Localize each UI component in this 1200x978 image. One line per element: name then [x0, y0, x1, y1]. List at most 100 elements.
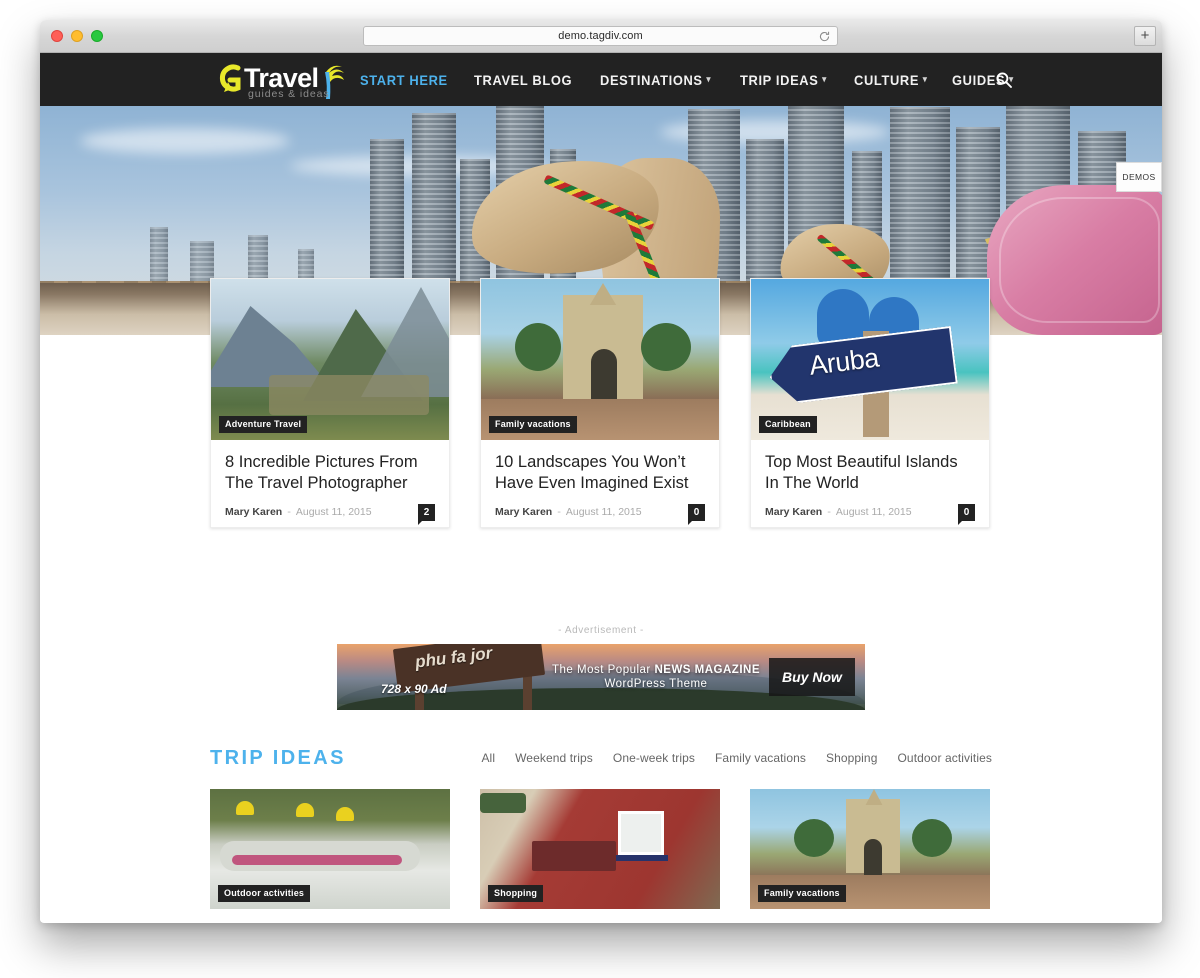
featured-card[interactable]: Family vacations 10 Landscapes You Won’t…	[480, 278, 720, 528]
category-filter-tabs: All Weekend trips One-week trips Family …	[481, 751, 992, 765]
section-header: TRIP IDEAS All Weekend trips One-week tr…	[210, 743, 992, 773]
category-badge[interactable]: Shopping	[488, 885, 544, 902]
featured-card-image[interactable]: Family vacations	[481, 279, 719, 440]
post-card-title[interactable]: Romantic Getaway: Long Weekend in Montre…	[480, 920, 720, 922]
featured-card-body: 10 Landscapes You Won’t Have Even Imagin…	[481, 440, 719, 530]
advertisement-banner[interactable]: phu fa jor 728 x 90 Ad The Most Popular …	[337, 644, 865, 710]
palm-tree	[641, 323, 691, 371]
author-name[interactable]: Mary Karen	[495, 506, 552, 518]
category-badge[interactable]: Family vacations	[489, 416, 577, 433]
post-card[interactable]: Shopping Romantic Getaway: Long Weekend …	[480, 789, 720, 922]
comment-count-badge[interactable]: 0	[958, 504, 975, 526]
site-header: Travel guides & ideas START HERE TRAVEL …	[40, 53, 1162, 106]
helmet	[336, 807, 354, 821]
post-card[interactable]: Outdoor activities The river wild: White…	[210, 789, 450, 922]
nav-item-trip-ideas[interactable]: TRIP IDEAS ▾	[740, 72, 827, 88]
window	[618, 811, 664, 855]
palm-tree	[912, 819, 952, 857]
featured-card-meta: Mary Karen - August 11, 2015 0	[495, 504, 705, 526]
featured-card-body: Top Most Beautiful Islands In The World …	[751, 440, 989, 530]
trip-ideas-posts-row: Outdoor activities The river wild: White…	[210, 789, 992, 922]
ad-size-text: 728 x 90 Ad	[381, 682, 447, 696]
featured-posts-row: Adventure Travel 8 Incredible Pictures F…	[40, 278, 1162, 528]
site-logo[interactable]: Travel guides & ideas	[208, 58, 353, 102]
post-date: August 11, 2015	[295, 506, 372, 519]
browser-window: demo.tagdiv.com + Travel guides & ideas …	[40, 20, 1162, 923]
meta-separator: -	[557, 506, 561, 519]
window-sill	[616, 855, 668, 861]
filter-weekend-trips[interactable]: Weekend trips	[515, 751, 593, 765]
filter-family-vacations[interactable]: Family vacations	[715, 751, 806, 765]
address-bar[interactable]: demo.tagdiv.com	[363, 26, 838, 46]
page-viewport: Travel guides & ideas START HERE TRAVEL …	[40, 53, 1162, 922]
skyscraper	[412, 113, 456, 299]
zoom-window-button[interactable]	[91, 30, 103, 42]
nav-label: CULTURE	[853, 71, 919, 88]
post-date: August 11, 2015	[835, 506, 912, 519]
author-name[interactable]: Mary Karen	[225, 506, 282, 518]
section-title: TRIP IDEAS	[210, 746, 346, 769]
chevron-down-icon: ▾	[706, 74, 712, 84]
raft-stripe	[232, 855, 402, 865]
category-badge[interactable]: Family vacations	[758, 885, 846, 902]
new-tab-button[interactable]: +	[1134, 26, 1156, 46]
category-badge[interactable]: Caribbean	[759, 416, 817, 433]
nav-item-travel-blog[interactable]: TRAVEL BLOG	[474, 72, 572, 88]
monument-arch	[864, 839, 882, 875]
advertisement-label: - Advertisement -	[558, 625, 644, 636]
helmet	[296, 803, 314, 817]
featured-card-title[interactable]: Top Most Beautiful Islands In The World	[765, 452, 975, 494]
balcony-plants	[480, 793, 526, 813]
category-badge[interactable]: Outdoor activities	[218, 885, 311, 902]
search-icon[interactable]	[994, 70, 1014, 90]
post-card-image[interactable]: Outdoor activities	[210, 789, 450, 909]
nav-label: START HERE	[360, 71, 448, 88]
logo-tagline: guides & ideas	[248, 88, 330, 100]
featured-card-image[interactable]: Aruba Caribbean	[751, 279, 989, 440]
url-text: demo.tagdiv.com	[558, 30, 643, 42]
comment-count-badge[interactable]: 0	[688, 504, 705, 526]
nav-label: DESTINATIONS	[600, 71, 703, 88]
author-name[interactable]: Mary Karen	[765, 506, 822, 518]
featured-card-title[interactable]: 10 Landscapes You Won’t Have Even Imagin…	[495, 452, 705, 494]
post-card-title[interactable]: 10 Landscapes You Won’t Have Even Imagin…	[750, 920, 990, 922]
filter-one-week-trips[interactable]: One-week trips	[613, 751, 695, 765]
filter-shopping[interactable]: Shopping	[826, 751, 878, 765]
balcony-railing	[532, 841, 616, 871]
ad-headline: The Most Popular NEWS MAGAZINE WordPress…	[542, 664, 770, 690]
nav-item-culture[interactable]: CULTURE ▾	[854, 72, 928, 88]
minimize-window-button[interactable]	[71, 30, 83, 42]
featured-card[interactable]: Adventure Travel 8 Incredible Pictures F…	[210, 278, 450, 528]
sign-post	[523, 674, 532, 710]
featured-card-image[interactable]: Adventure Travel	[211, 279, 449, 440]
post-date: August 11, 2015	[565, 506, 642, 519]
featured-card[interactable]: Aruba Caribbean Top Most Beautiful Islan…	[750, 278, 990, 528]
post-card[interactable]: Family vacations 10 Landscapes You Won’t…	[750, 789, 990, 922]
comment-count-badge[interactable]: 2	[418, 504, 435, 526]
skyscraper	[746, 139, 784, 299]
filter-outdoor-activities[interactable]: Outdoor activities	[897, 751, 992, 765]
featured-card-meta: Mary Karen - August 11, 2015 0	[765, 504, 975, 526]
palm-tree	[794, 819, 834, 857]
buy-now-button[interactable]: Buy Now	[769, 658, 855, 696]
meta-separator: -	[827, 506, 831, 519]
close-window-button[interactable]	[51, 30, 63, 42]
new-tab-label: +	[1140, 26, 1150, 44]
featured-card-title[interactable]: 8 Incredible Pictures From The Travel Ph…	[225, 452, 435, 494]
nav-item-start-here[interactable]: START HERE	[360, 72, 448, 88]
demos-tab-button[interactable]: DEMOS	[1116, 162, 1162, 192]
meta-separator: -	[287, 506, 291, 519]
nav-item-destinations[interactable]: DESTINATIONS ▾	[600, 72, 711, 88]
chevron-down-icon: ▾	[922, 74, 928, 84]
post-card-image[interactable]: Family vacations	[750, 789, 990, 909]
window-traffic-lights	[51, 30, 103, 42]
chevron-down-icon: ▾	[822, 74, 827, 84]
post-card-image[interactable]: Shopping	[480, 789, 720, 909]
post-card-title[interactable]: The river wild: Whitewater rafting river…	[210, 920, 450, 922]
reload-icon[interactable]	[818, 30, 831, 43]
helmet	[236, 801, 254, 815]
filter-all[interactable]: All	[481, 751, 495, 765]
category-badge[interactable]: Adventure Travel	[219, 416, 308, 433]
featured-card-meta: Mary Karen - August 11, 2015 2	[225, 504, 435, 526]
skyscraper	[890, 107, 950, 299]
